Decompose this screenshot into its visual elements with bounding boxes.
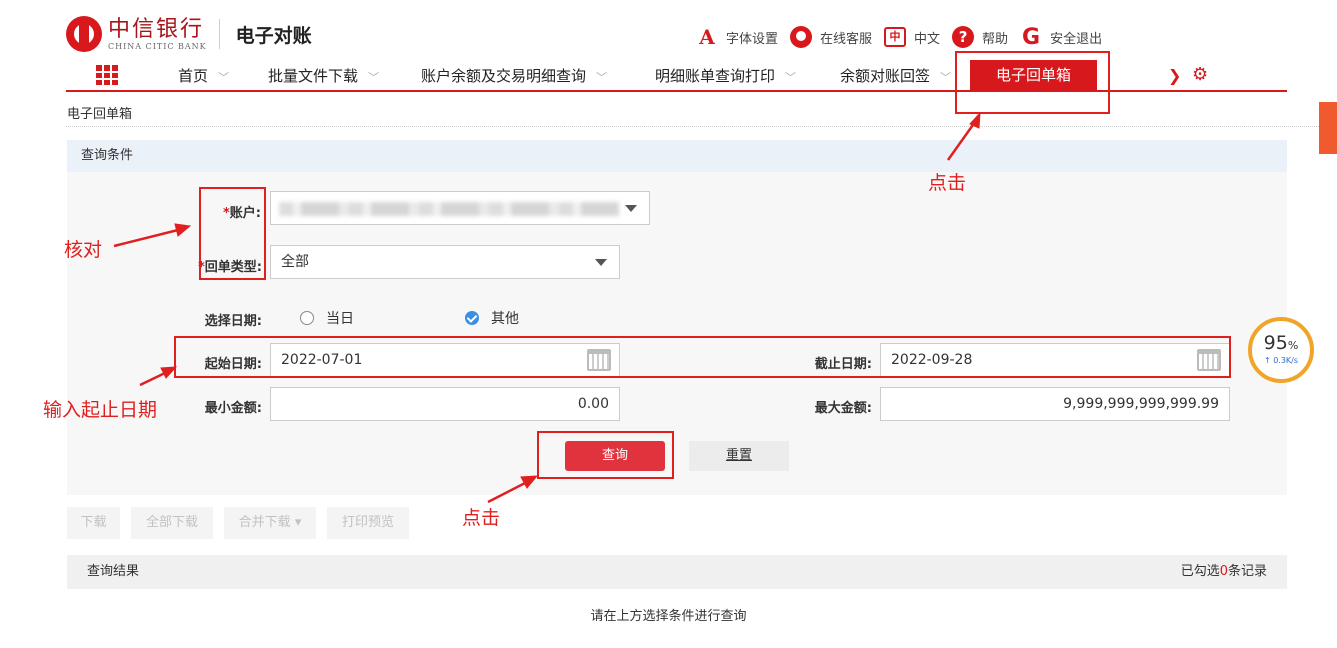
annotation-verify: 核对 — [64, 239, 103, 261]
arrow-to-e-receipt — [946, 121, 977, 161]
annotation-click-bottom: 点击 — [462, 507, 501, 529]
arrow-to-verify — [113, 228, 179, 248]
arrow-to-dates — [139, 371, 166, 387]
annotation-enter-dates: 输入起止日期 — [43, 399, 158, 421]
arrowhead-icon — [520, 475, 539, 489]
arrow-to-search — [487, 480, 528, 504]
side-tab[interactable] — [1319, 102, 1337, 154]
upload-rate: ↑ 0.3K/s — [1263, 356, 1299, 365]
annotation-arrows — [113, 111, 981, 504]
arrowhead-icon — [160, 366, 178, 379]
speed-percent: 95 — [1263, 332, 1288, 354]
network-speed-widget[interactable]: 95% ↑ 0.3K/s — [1248, 317, 1314, 383]
arrowhead-icon — [174, 223, 192, 237]
annotation-click-top: 点击 — [928, 172, 967, 194]
